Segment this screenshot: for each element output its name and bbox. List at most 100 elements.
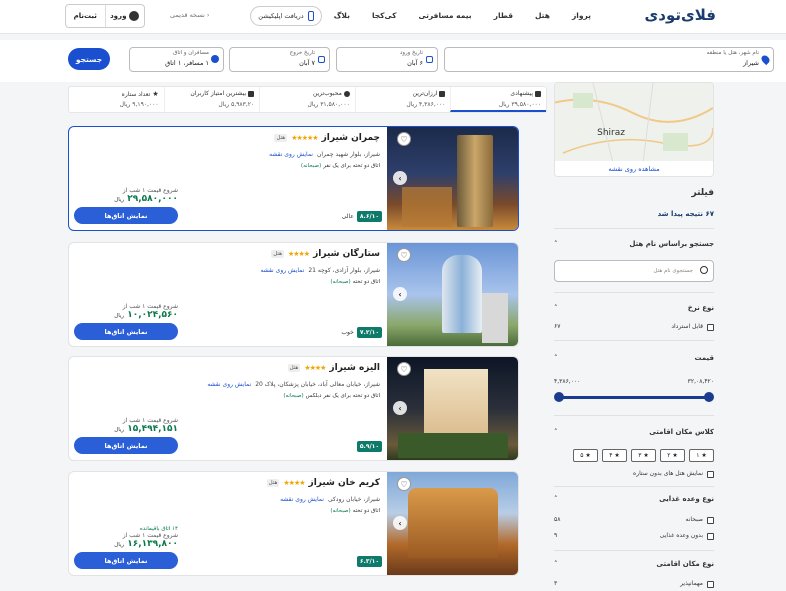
class-section-header[interactable]: کلاس مکان اقامتی ˄ — [554, 428, 714, 436]
hotel-image[interactable]: ♡ › — [387, 127, 518, 230]
nav-hotel[interactable]: هتل — [535, 11, 550, 20]
name-search-section-header[interactable]: جستجو براساس نام هتل ˄ — [554, 240, 714, 248]
no-star-checkbox[interactable]: نمایش هتل های بدون ستاره — [554, 470, 714, 480]
old-version-link[interactable]: ‹ نسخه قدیمی — [170, 11, 210, 19]
hotel-address-row: شیراز، خیابان معالی آباد، خیابان پزشکان،… — [207, 381, 380, 388]
show-rooms-button[interactable]: نمایش اتاق‌ها — [74, 207, 178, 224]
show-on-map-link[interactable]: نمایش روی نقشه — [269, 151, 313, 158]
checkbox[interactable] — [707, 533, 714, 540]
price-slider-track[interactable] — [558, 396, 710, 399]
hotel-title[interactable]: کریم خان شیراز ★★★★ هتل — [266, 478, 380, 488]
star-rating: ★★★★ — [283, 479, 305, 487]
checkbox[interactable] — [707, 471, 714, 478]
star-filter-3[interactable]: ★ ۳ — [631, 449, 656, 462]
hotel-name-search-input[interactable]: جستجوی نام هتل — [554, 260, 714, 282]
hotel-card[interactable]: ♡ › کریم خان شیراز ★★★★ هتل شیراز، خیابا… — [68, 471, 519, 576]
show-rooms-button[interactable]: نمایش اتاق‌ها — [74, 323, 178, 340]
show-on-map-link[interactable]: نمایش روی نقشه — [260, 267, 304, 274]
sort-recommended[interactable]: پیشنهادی ۳۹,۵۸۰,۰۰۰ ریال — [450, 87, 546, 112]
checkbox[interactable] — [707, 517, 714, 524]
checkin-field[interactable]: تاریخ ورود ۶ آبان — [336, 47, 438, 72]
show-rooms-button[interactable]: نمایش اتاق‌ها — [74, 552, 178, 569]
nav-kikoja[interactable]: کی‌کجا — [372, 11, 397, 20]
result-count: ۶۷ نتیجه پیدا شد — [657, 210, 714, 218]
star-filter-1[interactable]: ★ ۱ — [689, 449, 714, 462]
chevron-up-icon: ˄ — [554, 354, 558, 362]
price-value: ۱۶,۱۳۹,۸۰۰ — [127, 539, 178, 549]
get-app-button[interactable]: دریافت اپلیکیشن — [250, 6, 322, 26]
refundable-checkbox[interactable]: قابل استرداد ۶۷ — [554, 323, 714, 333]
hotel-image[interactable]: ♡ › — [387, 472, 518, 575]
signup-button[interactable]: ثبت‌نام — [66, 5, 105, 27]
room-type: اتاق دو تخته برای یک نفر دبلکس — [305, 393, 380, 399]
rate-type-section-header[interactable]: نوع نرخ ˄ — [554, 304, 714, 312]
next-image-arrow-icon[interactable]: › — [393, 516, 407, 530]
hotel-title[interactable]: الیزه شیراز ★★★★ هتل — [287, 363, 380, 373]
price-box: شروع قیمت ۱ شب از ۱۰,۰۲۴,۵۶۰ ریال نمایش … — [74, 303, 178, 340]
show-rooms-button[interactable]: نمایش اتاق‌ها — [74, 437, 178, 454]
next-image-arrow-icon[interactable]: › — [393, 401, 407, 415]
hotel-card[interactable]: ♡ › ستارگان شیراز ★★★★ هتل شیراز، بلوار … — [68, 242, 519, 347]
meal-none-checkbox[interactable]: بدون وعده غذایی ۹ — [554, 532, 714, 542]
lodging-section-header[interactable]: نوع مکان اقامتی ˄ — [554, 560, 714, 568]
star-filter-2[interactable]: ★ ۲ — [660, 449, 685, 462]
checkbox[interactable] — [707, 324, 714, 331]
brand-logo[interactable]: فلای‌تودی — [645, 6, 717, 24]
favorite-heart-icon[interactable]: ♡ — [397, 248, 411, 262]
old-version-label: نسخه قدیمی — [170, 11, 205, 19]
chevron-up-icon: ˄ — [554, 560, 558, 568]
search-button[interactable]: جستجو — [68, 48, 110, 70]
star-filter-5[interactable]: ★ ۵ — [573, 449, 598, 462]
divider — [554, 340, 714, 341]
nav-train[interactable]: قطار — [494, 11, 513, 20]
price-section-header[interactable]: قیمت ˄ — [554, 354, 714, 362]
price-value: ۱۰,۰۲۴,۵۶۰ — [127, 310, 178, 320]
heart-icon — [343, 90, 350, 97]
nav-flight[interactable]: پرواز — [572, 11, 591, 20]
divider — [554, 292, 714, 293]
top-header: فلای‌تودی پرواز هتل قطار بیمه مسافرتی کی… — [0, 0, 786, 34]
price-value: ۱۵,۴۹۴,۱۵۱ — [127, 424, 178, 434]
favorite-heart-icon[interactable]: ♡ — [397, 132, 411, 146]
hotel-card[interactable]: ♡ › الیزه شیراز ★★★★ هتل شیراز، خیابان م… — [68, 356, 519, 461]
meal-breakfast-checkbox[interactable]: صبحانه ۵۸ — [554, 516, 714, 526]
hotel-image[interactable]: ♡ › — [387, 243, 518, 346]
checkout-field[interactable]: تاریخ خروج ۷ آبان — [229, 47, 330, 72]
meal-section-header[interactable]: نوع وعده غذایی ˄ — [554, 495, 714, 503]
price-amount: ۱۶,۱۳۹,۸۰۰ ریال — [74, 539, 178, 549]
guests-field[interactable]: مسافران و اتاق ۱ مسافر، ۱ اتاق — [129, 47, 224, 72]
nav-blog[interactable]: بلاگ — [334, 11, 350, 20]
favorite-heart-icon[interactable]: ♡ — [397, 362, 411, 376]
hotel-card[interactable]: ♡ › چمران شیراز ★★★★★ هتل شیراز، بلوار ش… — [68, 126, 519, 231]
filter-sidebar: Shiraz مشاهده روی نقشه فیلتر ۶۷ نتیجه پی… — [554, 82, 714, 591]
favorite-heart-icon[interactable]: ♡ — [397, 477, 411, 491]
star-filter-4[interactable]: ★ ۴ — [602, 449, 627, 462]
show-on-map-link[interactable]: نمایش روی نقشه — [280, 496, 324, 503]
sort-label: تعداد ستاره — [121, 90, 151, 98]
sort-rating[interactable]: بیشترین امتیاز کاربران ۵,۹۸۳,۲۰ ریال — [163, 87, 260, 112]
price-slider-min-handle[interactable] — [554, 392, 564, 402]
sort-bar: پیشنهادی ۳۹,۵۸۰,۰۰۰ ریال ارزان‌ترین ۴,۳۸… — [68, 86, 547, 113]
show-on-map-link[interactable]: نمایش روی نقشه — [207, 381, 251, 388]
login-button[interactable]: ورود — [104, 5, 145, 27]
nav-insurance[interactable]: بیمه مسافرتی — [418, 11, 471, 20]
next-image-arrow-icon[interactable]: › — [393, 171, 407, 185]
hotel-image[interactable]: ♡ › — [387, 357, 518, 460]
hotel-title[interactable]: چمران شیراز ★★★★★ هتل — [274, 133, 380, 143]
lodging-guesthouse-checkbox[interactable]: مهمانپذیر ۳ — [554, 580, 714, 590]
sort-cheapest[interactable]: ارزان‌ترین ۴,۳۸۶,۰۰۰ ریال — [354, 87, 451, 112]
checkbox[interactable] — [707, 581, 714, 588]
sort-stars[interactable]: ★ تعداد ستاره ۹,۱۹۰,۰۰۰ ریال — [69, 87, 164, 112]
hotel-title[interactable]: ستارگان شیراز ★★★★ هتل — [271, 249, 380, 259]
rating-text: عالی — [341, 213, 354, 220]
destination-field[interactable]: نام شهر، هتل یا منطقه شیراز — [444, 47, 774, 72]
sort-popular[interactable]: محبوب‌ترین ۳۱,۵۸۰,۰۰۰ ریال — [259, 87, 355, 112]
rating-box: ۸.۶/۱۰ عالی — [342, 211, 382, 222]
room-type: اتاق دو تخته — [352, 279, 380, 285]
map-preview[interactable]: Shiraz مشاهده روی نقشه — [554, 82, 714, 177]
checkout-value: ۷ آبان — [299, 59, 315, 67]
view-on-map-link[interactable]: مشاهده روی نقشه — [555, 161, 713, 176]
next-image-arrow-icon[interactable]: › — [393, 287, 407, 301]
price-slider-max-handle[interactable] — [704, 392, 714, 402]
sort-label: بیشترین امتیاز کاربران — [190, 90, 247, 97]
